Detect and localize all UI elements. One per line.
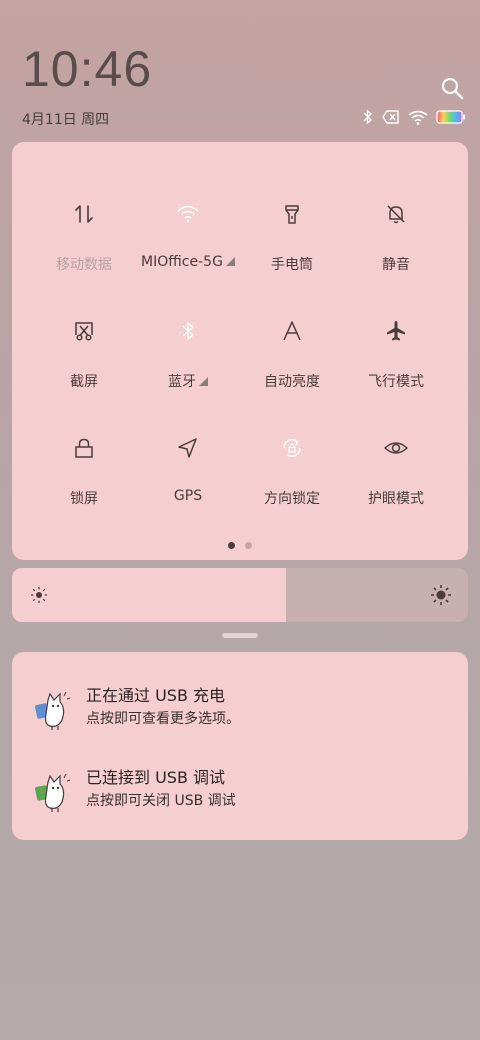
tile-label: 飞行模式 (368, 374, 424, 390)
expand-triangle-icon[interactable] (199, 377, 208, 386)
page-indicator (12, 534, 468, 553)
drag-handle[interactable] (222, 633, 258, 638)
tile-bluetooth[interactable]: 蓝牙 (136, 319, 240, 419)
wifi-ssid: MIOffice-5G (141, 254, 223, 270)
bluetooth-label: 蓝牙 (168, 374, 196, 390)
notification-title: 已连接到 USB 调试 (86, 768, 226, 787)
tile-label: 锁屏 (70, 491, 98, 507)
tile-airplane[interactable]: 飞行模式 (344, 319, 448, 419)
tile-gps[interactable]: GPS (136, 436, 240, 536)
status-bar-icons (362, 109, 466, 125)
quick-settings-panel: 移动数据 MIOffice-5G 手电筒 静音 截屏 蓝牙 自动亮度 飞行模式 … (12, 142, 468, 560)
navigation-icon (178, 438, 197, 458)
tile-eye-care[interactable]: 护眼模式 (344, 436, 448, 536)
brightness-low-icon (31, 587, 47, 603)
tile-wifi[interactable]: MIOffice-5G (136, 202, 240, 302)
wifi-icon (177, 205, 199, 223)
airplane-icon (387, 321, 405, 341)
battery-icon (436, 110, 466, 124)
tile-label: 蓝牙 (136, 371, 240, 391)
tile-label: 静音 (382, 257, 410, 273)
notification-usb-charging[interactable]: 正在通过 USB 充电 点按即可查看更多选项。 (12, 682, 468, 746)
tile-silent[interactable]: 静音 (344, 202, 448, 302)
clock-time: 10:46 (22, 41, 153, 97)
tile-label: 截屏 (70, 374, 98, 390)
tile-label: 移动数据 (56, 257, 112, 273)
tile-label: GPS (173, 488, 203, 504)
expand-triangle-icon[interactable] (225, 257, 235, 266)
tile-label: 方向锁定 (264, 491, 320, 507)
notification-subtitle: 点按即可查看更多选项。 (86, 711, 240, 727)
tile-label: 手电筒 (271, 257, 313, 273)
android-system-icon (35, 691, 71, 730)
auto-brightness-icon (283, 321, 301, 341)
tile-mobile-data[interactable]: 移动数据 (32, 202, 136, 302)
tile-auto-brightness[interactable]: 自动亮度 (240, 319, 344, 419)
tile-label: 自动亮度 (264, 374, 320, 390)
mobile-data-icon (75, 205, 93, 223)
tile-screenshot[interactable]: 截屏 (32, 319, 136, 419)
eye-icon (383, 442, 409, 454)
notification-title: 正在通过 USB 充电 (86, 686, 226, 705)
rotation-lock-icon (283, 439, 301, 457)
tile-label: MIOffice-5G (136, 254, 240, 270)
wifi-icon (408, 110, 428, 125)
notification-usb-debugging[interactable]: 已连接到 USB 调试 点按即可关闭 USB 调试 (12, 764, 468, 828)
notification-group: 正在通过 USB 充电 点按即可查看更多选项。 已连接到 USB 调试 点按即可… (12, 652, 468, 840)
tile-flashlight[interactable]: 手电筒 (240, 202, 344, 302)
bluetooth-icon (363, 109, 373, 125)
tile-rotation-lock[interactable]: 方向锁定 (240, 436, 344, 536)
sim-blocked-icon (382, 110, 399, 124)
brightness-level (12, 568, 286, 622)
bluetooth-icon (182, 322, 194, 340)
tile-label: 护眼模式 (368, 491, 424, 507)
search-icon[interactable] (440, 76, 464, 100)
android-system-icon (35, 773, 71, 812)
notification-subtitle: 点按即可关闭 USB 调试 (86, 793, 236, 809)
page-dot[interactable] (245, 542, 252, 549)
flashlight-icon (285, 205, 299, 224)
clock-date: 4月11日 周四 (22, 112, 110, 128)
bell-off-icon (387, 205, 405, 224)
scissors-icon (75, 322, 93, 341)
brightness-slider[interactable] (12, 568, 468, 622)
brightness-high-icon (431, 585, 451, 605)
tile-lock-screen[interactable]: 锁屏 (32, 436, 136, 536)
lock-icon (75, 438, 93, 458)
page-dot-active[interactable] (228, 542, 235, 549)
